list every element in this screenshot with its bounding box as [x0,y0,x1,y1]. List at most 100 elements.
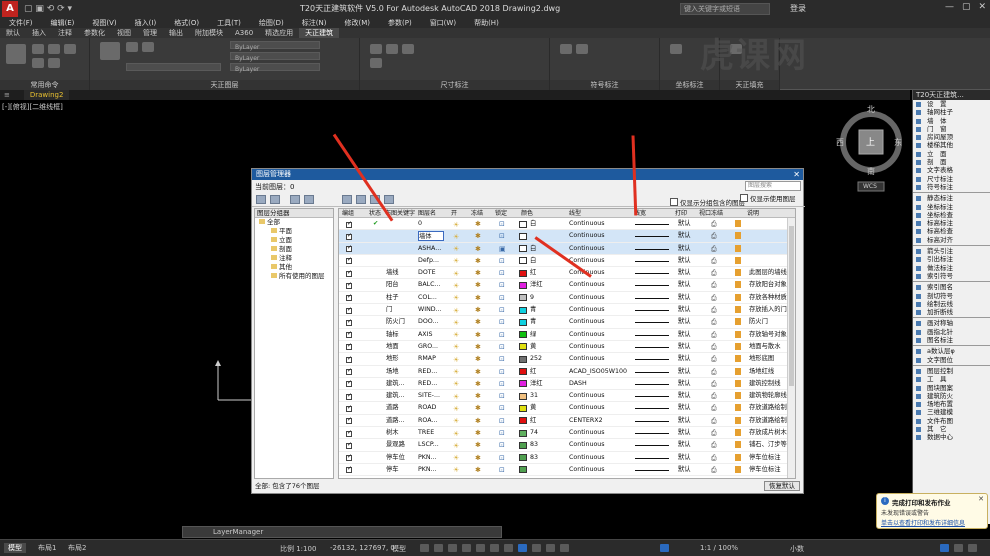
ribbon-tab[interactable]: 附加模块 [189,28,229,38]
color-swatch[interactable] [519,269,527,277]
layer-row[interactable]: 道路... ROA...☀ ✱ ⊡ 红 CENTERX2 默认 ⎙ 存放道路绘制线 [339,415,795,428]
linetype[interactable]: Continuous [569,243,631,255]
freeze-icon[interactable]: ✱ [475,306,481,314]
viewport-freeze-icon[interactable] [735,355,741,363]
common-command-icon[interactable] [6,44,26,64]
group-checkbox[interactable] [346,256,352,265]
t20-menu-item[interactable]: 符号标注 [913,183,990,191]
customization-icon[interactable] [940,544,949,552]
navcube-south[interactable]: 南 [867,166,875,177]
layer-name[interactable]: RED... [418,366,450,378]
print-icon[interactable]: ⎙ [711,232,717,241]
lineweight-value[interactable]: 默认 [678,292,691,304]
viewport-freeze-icon[interactable] [735,392,741,400]
column-header[interactable]: 颜色 [521,209,533,218]
viewport-freeze-icon[interactable] [735,342,741,350]
menu-item[interactable]: 绘图(D) [250,18,293,28]
group-checkbox[interactable] [346,220,352,228]
grid-icon[interactable] [420,544,429,552]
layer-row[interactable]: 树木 TREE☀ ✱ ⊡ 74 Continuous 默认 ⎙ 存放成片树木和 [339,427,795,440]
group-checkbox[interactable] [346,441,352,449]
viewport-freeze-icon[interactable] [735,256,741,264]
lock-icon[interactable]: ⊡ [499,306,505,314]
group-checkbox[interactable] [346,342,352,351]
linetype[interactable]: Continuous [569,329,631,341]
print-icon[interactable]: ⎙ [711,368,717,377]
new-layer-icon[interactable] [290,195,300,204]
t20-menu-item[interactable]: 箭头引注 [913,247,990,255]
viewport-freeze-icon[interactable] [735,429,741,437]
color-swatch[interactable] [519,343,527,351]
menu-item[interactable]: 帮助(H) [465,18,508,28]
filter-tree-node[interactable]: 剖面 [255,245,333,254]
lock-icon[interactable]: ⊡ [499,331,505,339]
lock-icon[interactable]: ⊡ [499,368,505,376]
layer-on-icon[interactable]: ☀ [453,405,459,413]
lock-icon[interactable]: ⊡ [499,343,505,351]
layer-name[interactable]: ROA... [418,415,450,427]
settings-icon[interactable] [384,195,394,204]
t20-menu-item[interactable]: 立 面 [913,150,990,158]
plot-notification[interactable]: i 完成打印和发布作业 ✕ 未发现错误或警告 单击以查看打印和发布详细信息 [876,493,988,529]
t20-menu-item[interactable]: 图块图案 [913,384,990,392]
linetype[interactable]: Continuous [569,452,631,464]
t20-menu-item[interactable]: 尺寸标注 [913,175,990,183]
linetype[interactable]: Continuous [569,390,631,402]
color-swatch[interactable] [519,281,527,289]
group-checkbox[interactable] [346,465,352,474]
login-button[interactable]: 登录 [790,3,806,14]
freeze-icon[interactable]: ✱ [475,392,481,400]
freeze-icon[interactable]: ✱ [475,269,481,277]
lineweight-value[interactable]: 默认 [678,230,691,242]
color-swatch[interactable] [519,429,527,437]
layer-on-icon[interactable]: ☀ [453,454,459,462]
lock-icon[interactable]: ⊡ [499,355,505,363]
stair-icon[interactable] [32,58,44,68]
axis-icon[interactable] [32,44,44,54]
t20-menu-item[interactable]: 设 置 [913,100,990,108]
print-icon[interactable]: ⎙ [711,355,717,364]
lock-icon[interactable]: ⊡ [499,404,505,412]
column-header[interactable]: 锁定 [495,209,507,218]
layer-name[interactable]: RMAP [418,353,450,365]
print-icon[interactable]: ⎙ [711,306,717,315]
linetype[interactable]: Continuous [569,427,631,439]
command-line[interactable]: LayerManager [182,526,502,538]
layer-on-icon[interactable]: ☀ [453,270,459,278]
t20-menu-item[interactable]: 门 窗 [913,125,990,133]
t20-menu-item[interactable]: 剖 面 [913,158,990,166]
layout-tab[interactable]: 模型 [4,543,26,553]
linetype[interactable]: Continuous [569,316,631,328]
set-current-icon[interactable] [342,195,352,204]
navcube-north[interactable]: 北 [867,104,875,115]
linetype[interactable]: Continuous [569,402,631,414]
lineweight-value[interactable]: 默认 [678,427,691,439]
layer-name[interactable]: PKN... [418,464,450,476]
color-swatch[interactable] [519,392,527,400]
group-checkbox[interactable] [346,306,352,314]
layer-name[interactable]: 0 [418,218,450,230]
layer-on-icon[interactable]: ☀ [453,257,459,265]
t20-menu-item[interactable]: 建筑防火 [913,392,990,400]
restore-default-button[interactable]: 恢复默认 [764,481,800,491]
lock-icon[interactable]: ⊡ [499,429,505,437]
column-header[interactable]: 状态 [369,209,381,218]
linetype[interactable]: Continuous [569,230,631,242]
column-header[interactable]: 打印 [675,209,687,218]
group-checkbox[interactable] [346,232,352,240]
color-swatch[interactable] [519,245,527,253]
filter-tree-node[interactable]: 立面 [255,236,333,245]
freeze-icon[interactable]: ✱ [475,257,481,265]
osnap-icon[interactable] [476,544,485,552]
lineweight-value[interactable]: 默认 [678,415,691,427]
index-symbol-icon[interactable] [560,44,572,54]
filter-tree-node[interactable]: 所有使用的图层 [255,272,333,281]
t20-menu-item[interactable]: 画对称轴 [913,319,990,327]
lineweight-value[interactable]: 默认 [678,329,691,341]
color-swatch[interactable] [519,417,527,425]
t20-menu-item[interactable]: 加折断线 [913,308,990,316]
freeze-icon[interactable]: ✱ [475,466,481,474]
print-icon[interactable]: ⎙ [711,318,717,327]
lock-icon[interactable]: ⊡ [499,441,505,449]
filter-tree-node[interactable]: 注释 [255,254,333,263]
